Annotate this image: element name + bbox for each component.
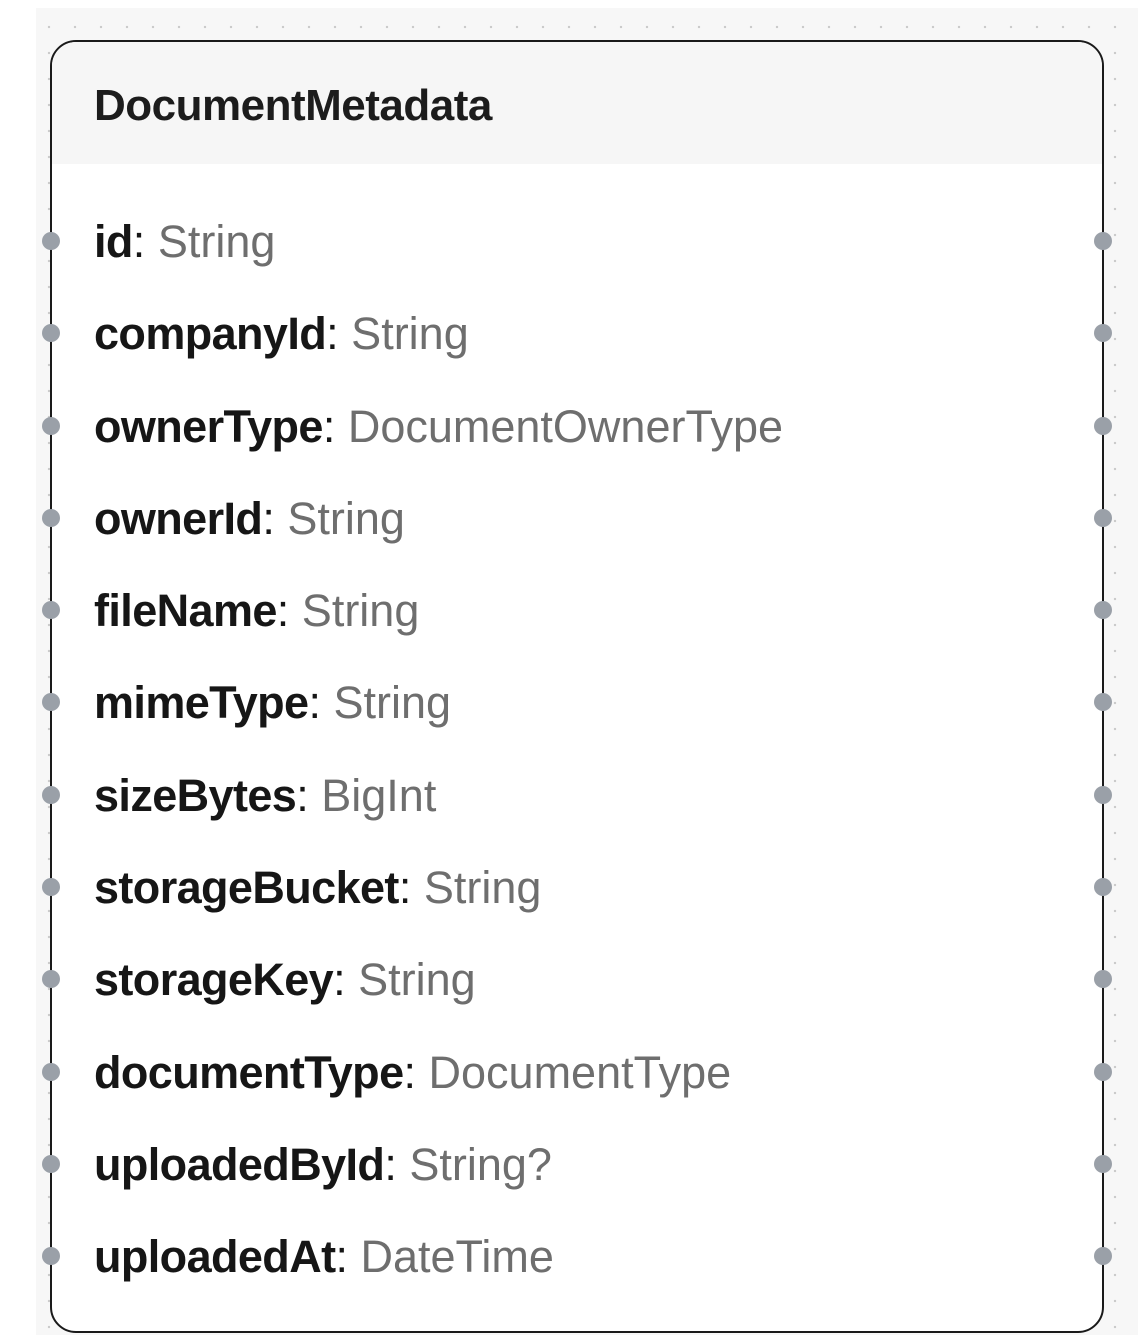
- field-definition: uploadedById: String?: [94, 1139, 552, 1191]
- model-field-row[interactable]: ownerType: DocumentOwnerType: [42, 381, 1112, 473]
- model-node-header[interactable]: DocumentMetadata: [52, 42, 1102, 164]
- field-type: String: [274, 492, 405, 544]
- field-type: String?: [396, 1138, 552, 1190]
- model-field-row[interactable]: sizeBytes: BigInt: [42, 750, 1112, 842]
- connection-handle-right[interactable]: [1094, 785, 1112, 804]
- diagram-canvas[interactable]: DocumentMetadata id: String companyId: St…: [0, 0, 1138, 1335]
- field-separator: :: [132, 216, 146, 267]
- field-definition: id: String: [94, 216, 275, 268]
- field-separator: :: [403, 1046, 417, 1098]
- field-separator: :: [384, 1138, 397, 1190]
- connection-handle-left[interactable]: [42, 1062, 60, 1081]
- field-type: String: [145, 216, 276, 267]
- connection-handle-left[interactable]: [42, 416, 60, 435]
- connection-handle-left[interactable]: [42, 785, 60, 804]
- field-name: ownerId: [94, 492, 263, 544]
- model-node-documentmetadata[interactable]: DocumentMetadata id: String companyId: St…: [42, 40, 1112, 1333]
- connection-handle-left[interactable]: [42, 1154, 60, 1173]
- connection-handle-left[interactable]: [42, 878, 60, 897]
- model-field-row[interactable]: storageKey: String: [42, 934, 1112, 1026]
- field-separator: :: [262, 492, 275, 544]
- connection-handle-left[interactable]: [42, 601, 60, 620]
- field-definition: storageKey: String: [94, 954, 476, 1006]
- model-field-row[interactable]: fileName: String: [42, 565, 1112, 657]
- field-name: ownerType: [94, 400, 323, 452]
- field-definition: ownerType: DocumentOwnerType: [94, 401, 783, 453]
- model-title: DocumentMetadata: [94, 81, 492, 130]
- connection-handle-right[interactable]: [1094, 508, 1112, 527]
- field-name: storageBucket: [94, 862, 399, 914]
- connection-handle-right[interactable]: [1094, 1062, 1112, 1081]
- field-name: companyId: [94, 308, 327, 360]
- field-definition: companyId: String: [94, 308, 469, 360]
- field-name: mimeType: [94, 677, 309, 729]
- field-type: DocumentType: [416, 1046, 732, 1098]
- connection-handle-left[interactable]: [42, 1247, 60, 1266]
- field-definition: documentType: DocumentType: [94, 1047, 731, 1099]
- field-separator: :: [398, 862, 412, 914]
- field-definition: fileName: String: [94, 585, 419, 637]
- connection-handle-left[interactable]: [42, 232, 60, 250]
- field-separator: :: [276, 585, 290, 637]
- field-definition: storageBucket: String: [94, 862, 541, 914]
- model-field-row[interactable]: id: String: [42, 196, 1112, 288]
- model-field-row[interactable]: ownerId: String: [42, 473, 1112, 565]
- field-type: String: [345, 954, 476, 1006]
- field-separator: :: [326, 308, 339, 360]
- connection-handle-left[interactable]: [42, 686, 60, 712]
- field-name: fileName: [94, 585, 277, 637]
- field-separator: :: [322, 400, 336, 452]
- field-separator: :: [333, 954, 346, 1006]
- field-definition: ownerId: String: [94, 493, 405, 545]
- model-field-row[interactable]: uploadedById: String?: [42, 1119, 1112, 1211]
- connection-handle-right[interactable]: [1094, 1154, 1112, 1173]
- model-field-row[interactable]: uploadedAt: DateTime: [42, 1211, 1112, 1303]
- model-field-row[interactable]: mimeType: String: [42, 657, 1112, 749]
- field-type: DateTime: [348, 1231, 554, 1283]
- connection-handle-right[interactable]: [1094, 232, 1112, 250]
- field-definition: mimeType: String: [94, 677, 451, 729]
- field-name: uploadedById: [94, 1138, 385, 1190]
- connection-handle-left[interactable]: [42, 970, 60, 989]
- model-field-list: id: String companyId: String ownerType: Do…: [42, 196, 1112, 1304]
- field-type: String: [338, 308, 469, 360]
- connection-handle-right[interactable]: [1094, 416, 1112, 435]
- model-field-row[interactable]: companyId: String: [42, 288, 1112, 380]
- field-name: id: [94, 216, 133, 267]
- field-definition: sizeBytes: BigInt: [94, 770, 436, 822]
- field-name: storageKey: [94, 954, 334, 1006]
- field-separator: :: [296, 769, 309, 821]
- field-name: sizeBytes: [94, 769, 297, 821]
- field-type: String: [411, 862, 542, 914]
- connection-handle-right[interactable]: [1094, 878, 1112, 897]
- model-field-row[interactable]: storageBucket: String: [42, 842, 1112, 934]
- field-type: String: [320, 677, 452, 729]
- model-field-row[interactable]: documentType: DocumentType: [42, 1027, 1112, 1119]
- field-name: uploadedAt: [94, 1231, 336, 1283]
- field-separator: :: [308, 677, 321, 729]
- field-definition: uploadedAt: DateTime: [94, 1231, 554, 1283]
- field-type: String: [289, 585, 420, 637]
- connection-handle-left[interactable]: [42, 508, 60, 527]
- field-name: documentType: [94, 1046, 404, 1098]
- connection-handle-left[interactable]: [42, 324, 60, 343]
- field-type: BigInt: [308, 769, 437, 821]
- field-type: DocumentOwnerType: [335, 400, 784, 452]
- field-separator: :: [335, 1231, 348, 1283]
